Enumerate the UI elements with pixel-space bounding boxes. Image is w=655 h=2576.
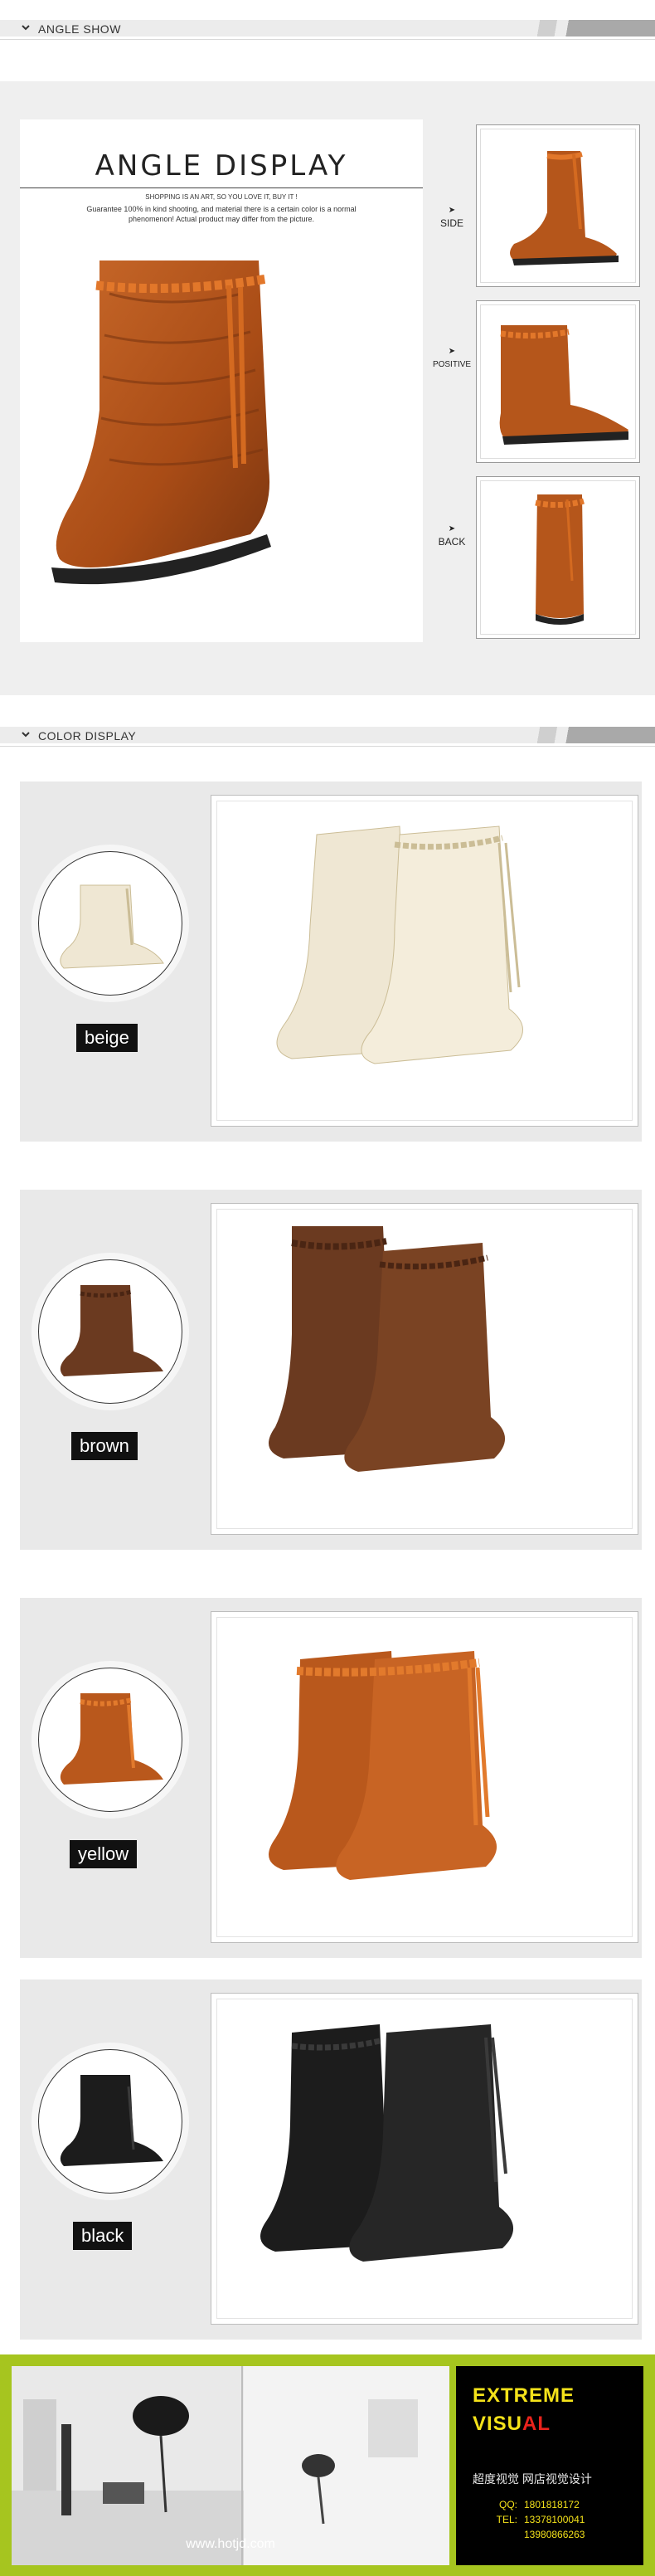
boot-back-image bbox=[535, 494, 585, 625]
color-photo-brown bbox=[211, 1203, 638, 1535]
brand-name-line2: VISUAL bbox=[473, 2413, 551, 2435]
angle-display-main-card: ANGLE DISPLAY SHOPPING IS AN ART, SO YOU… bbox=[20, 119, 423, 642]
header-stripe-decoration bbox=[514, 727, 655, 743]
color-swatch-thumbnail[interactable] bbox=[38, 851, 182, 996]
color-panel-black: black bbox=[20, 1979, 642, 2340]
website-url[interactable]: www.hotjd.com bbox=[12, 2537, 449, 2552]
color-photo-yellow bbox=[211, 1611, 638, 1943]
footer-banner: www.hotjd.com EXTREME VISUAL 超度视觉 网店视觉设计… bbox=[0, 2354, 655, 2576]
color-photo-black bbox=[211, 1993, 638, 2325]
contact-qq: QQ: 1801818172 bbox=[498, 2499, 580, 2510]
color-label: beige bbox=[76, 1024, 138, 1052]
boot-main-image bbox=[51, 261, 271, 585]
color-swatch-thumbnail[interactable] bbox=[38, 1668, 182, 1812]
view-arrow-positive: ➤ bbox=[448, 347, 456, 356]
guarantee-text: Guarantee 100% in kind shooting, and mat… bbox=[86, 205, 357, 213]
angle-show-header: ANGLE SHOW bbox=[0, 13, 655, 41]
studio-photo: www.hotjd.com bbox=[12, 2366, 449, 2565]
color-display-header: COLOR DISPLAY bbox=[0, 720, 655, 748]
color-swatch-thumbnail[interactable] bbox=[38, 2049, 182, 2194]
brand-chinese-name: 超度视觉 网店视觉设计 bbox=[473, 2472, 592, 2486]
angle-display-title: ANGLE DISPLAY bbox=[95, 149, 348, 183]
chevron-down-icon bbox=[22, 25, 30, 31]
header-stripe-decoration bbox=[514, 20, 655, 37]
view-arrow-side: ➤ bbox=[448, 206, 456, 215]
brand-name-line1: EXTREME bbox=[473, 2384, 575, 2407]
title-divider bbox=[20, 187, 423, 188]
view-label-positive: POSITIVE bbox=[432, 360, 472, 369]
color-panel-beige: beige bbox=[20, 782, 642, 1142]
boot-positive-image bbox=[499, 325, 628, 445]
color-label: yellow bbox=[70, 1840, 138, 1868]
color-panel-yellow: yellow bbox=[20, 1598, 642, 1958]
view-thumbnail-back[interactable] bbox=[476, 476, 640, 639]
slogan-text: SHOPPING IS AN ART, SO YOU LOVE IT, BUY … bbox=[145, 193, 298, 201]
section-title: COLOR DISPLAY bbox=[38, 729, 137, 743]
brand-promo: EXTREME VISUAL 超度视觉 网店视觉设计 QQ: 1801818172… bbox=[456, 2366, 643, 2565]
view-thumbnail-positive[interactable] bbox=[476, 300, 640, 463]
color-label: brown bbox=[71, 1432, 138, 1460]
contact-tel: TEL: 13378100041 bbox=[496, 2514, 585, 2525]
view-arrow-back: ➤ bbox=[448, 524, 456, 533]
contact-tel-2: 13980866263 bbox=[524, 2529, 585, 2540]
color-panel-brown: brown bbox=[20, 1190, 642, 1550]
color-photo-beige bbox=[211, 795, 638, 1127]
color-label: black bbox=[73, 2222, 133, 2250]
color-swatch-thumbnail[interactable] bbox=[38, 1259, 182, 1404]
disclaimer-text: phenomenon! Actual product may differ fr… bbox=[129, 215, 314, 223]
view-thumbnail-side[interactable] bbox=[476, 124, 640, 287]
boot-side-image bbox=[510, 151, 619, 265]
chevron-down-icon bbox=[22, 732, 30, 738]
section-title: ANGLE SHOW bbox=[38, 22, 121, 36]
view-label-side: SIDE bbox=[439, 217, 463, 229]
view-label-back: BACK bbox=[438, 536, 466, 548]
